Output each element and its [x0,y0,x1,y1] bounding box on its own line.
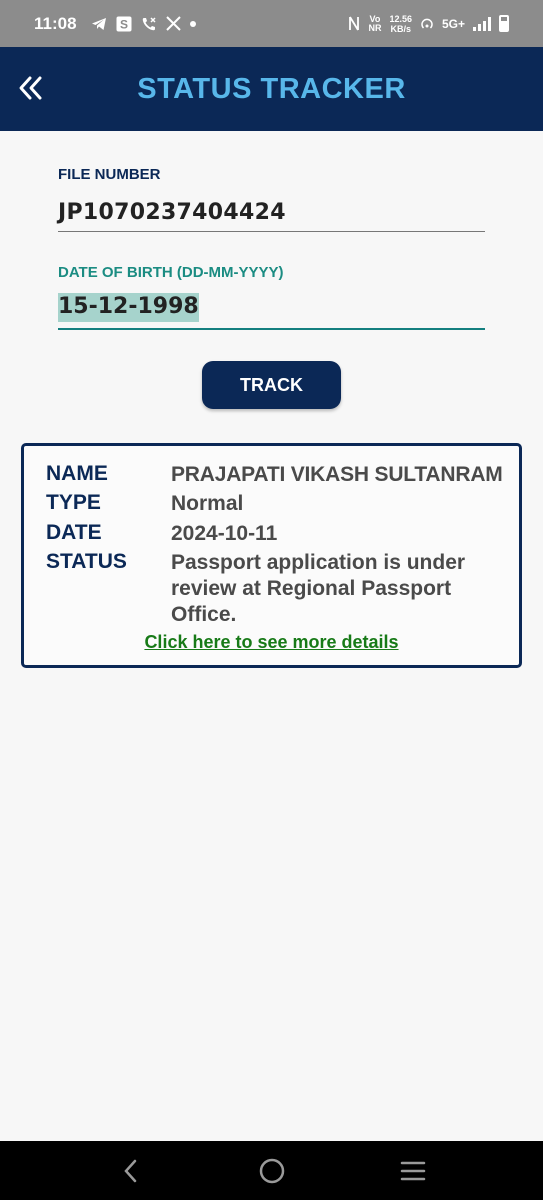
file-number-input[interactable]: JP1070237404424 [58,198,485,232]
date-value: 2024-10-11 [171,522,278,545]
dob-value: 15-12-1998 [58,293,199,322]
file-number-value: JP1070237404424 [58,200,286,225]
hotspot-icon [420,17,434,31]
date-key: DATE [46,521,102,544]
status-bar: 11:08 S Vo NR 12.56 KB/s 5G+ [0,0,543,47]
result-row-name: NAME PRAJAPATI VIKASH SULTANRAM [46,462,516,488]
name-key: NAME [46,462,108,485]
telegram-icon [91,17,107,31]
nav-home-button[interactable] [252,1151,292,1191]
page-title: STATUS TRACKER [137,72,406,105]
back-button[interactable] [14,71,48,105]
status-value: Passport application is under review at … [171,551,466,626]
dob-label: DATE OF BIRTH (DD-MM-YYYY) [58,264,284,281]
home-circle-icon [259,1158,284,1183]
result-row-date: DATE 2024-10-11 [46,521,516,547]
network-speed: 12.56 KB/s [389,13,412,34]
file-number-label: FILE NUMBER [58,166,161,183]
vonr-icon: Vo NR [368,13,382,33]
double-chevron-left-icon [19,76,42,100]
system-nav-bar [0,1141,543,1200]
type-key: TYPE [46,491,101,514]
result-row-type: TYPE Normal [46,491,516,517]
missed-call-icon [141,16,157,32]
dob-input[interactable]: 15-12-1998 [58,292,485,330]
notification-icons: S [91,16,196,32]
status-key: STATUS [46,550,127,573]
x-twitter-icon [165,16,181,31]
more-notifications-dot-icon [189,20,196,27]
name-value: PRAJAPATI VIKASH SULTANRAM [171,463,503,486]
chevron-left-icon [123,1159,136,1182]
track-button[interactable]: TRACK [202,361,341,409]
menu-icon [400,1161,425,1180]
result-row-status: STATUS Passport application is under rev… [46,550,516,628]
signal-strength-icon [473,16,491,31]
system-icons: Vo NR 12.56 KB/s 5G+ [348,14,509,34]
svg-text:S: S [120,17,128,31]
app-header: STATUS TRACKER [0,47,543,131]
nav-recents-button[interactable] [393,1151,433,1191]
network-type: 5G+ [441,16,465,31]
result-card: NAME PRAJAPATI VIKASH SULTANRAM TYPE Nor… [21,443,522,668]
status-time: 11:08 [34,13,77,33]
nav-back-button[interactable] [111,1151,151,1191]
type-value: Normal [171,492,244,515]
app-s-icon: S [116,16,132,32]
more-details-link[interactable]: Click here to see more details [24,632,519,653]
battery-icon [499,15,509,32]
nfc-icon [348,16,360,31]
